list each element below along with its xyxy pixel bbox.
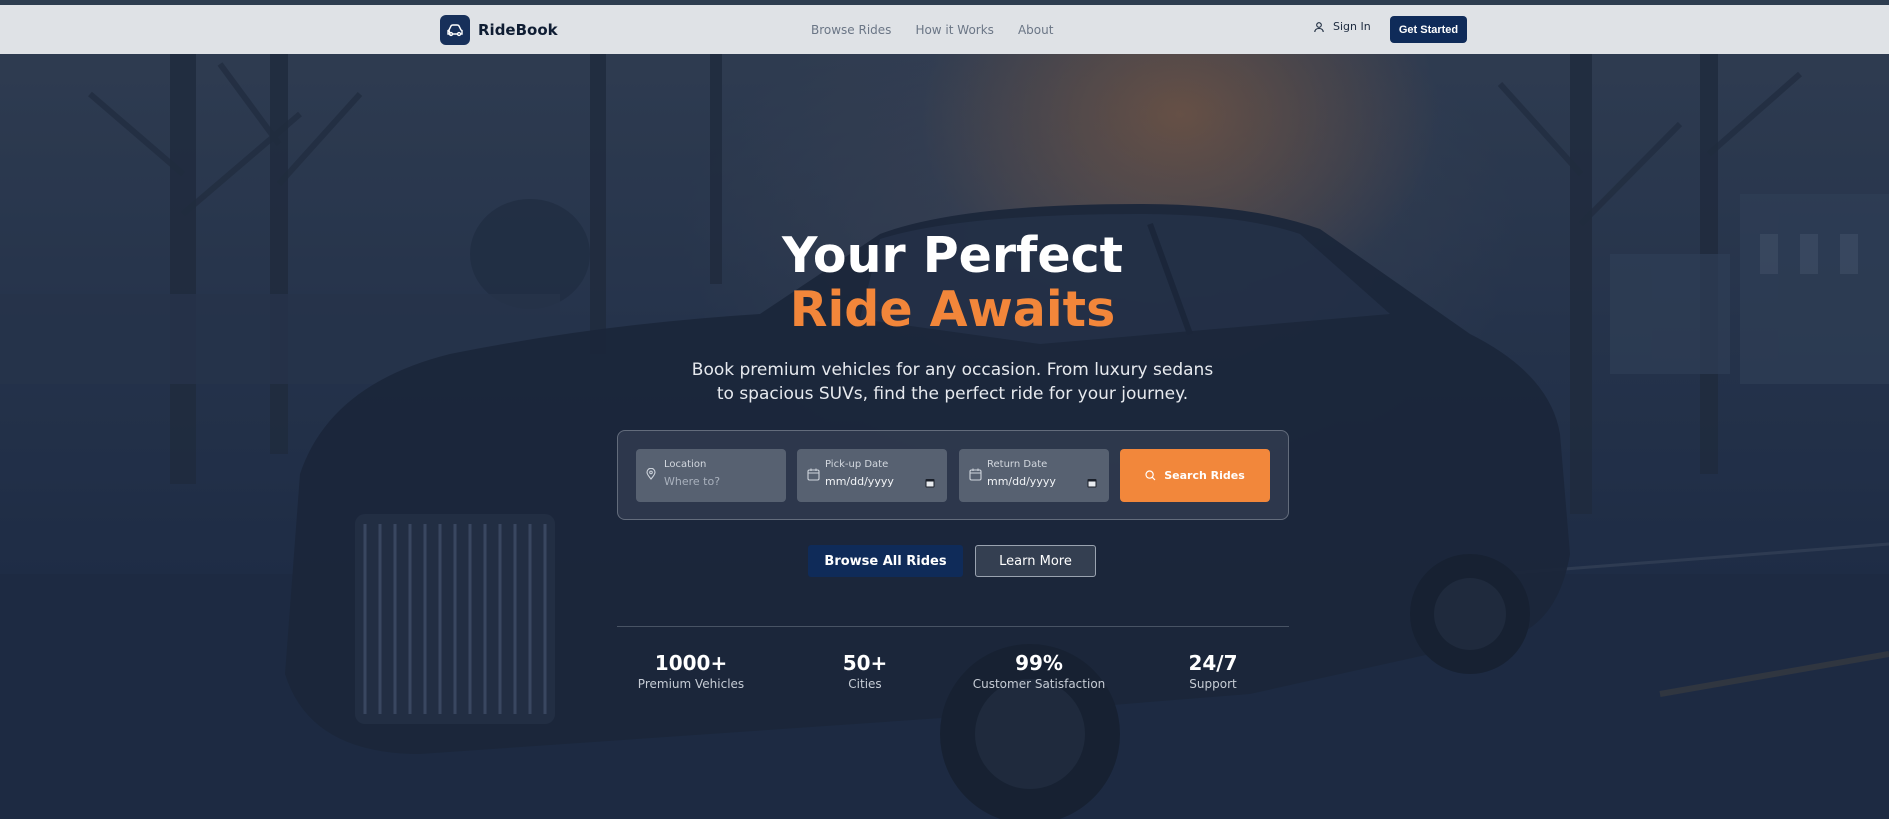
nav-about[interactable]: About [1018, 23, 1053, 37]
stat-vehicles: 1000+ Premium Vehicles [611, 650, 771, 691]
search-rides-label: Search Rides [1164, 469, 1245, 482]
car-icon [440, 15, 470, 45]
return-date-input[interactable]: mm/dd/yyyy [987, 475, 1056, 488]
brand-name: RideBook [478, 21, 558, 39]
search-rides-button[interactable]: Search Rides [1120, 449, 1270, 502]
stat-label: Cities [848, 677, 882, 691]
return-date-field[interactable]: Return Date mm/dd/yyyy [959, 449, 1109, 502]
stats-divider [617, 626, 1289, 627]
hero-title-line2: Ride Awaits [789, 281, 1116, 338]
stat-value: 99% [1015, 651, 1063, 675]
stat-label: Support [1189, 677, 1237, 691]
pickup-date-field[interactable]: Pick-up Date mm/dd/yyyy [797, 449, 947, 502]
date-picker-icon[interactable] [1087, 478, 1097, 488]
stat-value: 1000+ [654, 651, 728, 675]
sign-in-label: Sign In [1333, 20, 1371, 33]
learn-more-button[interactable]: Learn More [975, 545, 1096, 577]
main-nav: Browse Rides How it Works About [811, 5, 1053, 54]
stat-support: 24/7 Support [1133, 650, 1293, 691]
stat-satisfaction: 99% Customer Satisfaction [959, 650, 1119, 691]
pickup-date-input[interactable]: mm/dd/yyyy [825, 475, 894, 488]
search-icon [1145, 470, 1156, 481]
sign-in-button[interactable]: Sign In [1313, 20, 1371, 33]
pickup-date-label: Pick-up Date [825, 459, 889, 470]
location-input[interactable]: Where to? [664, 475, 720, 488]
stat-label: Customer Satisfaction [972, 677, 1106, 691]
nav-browse-rides[interactable]: Browse Rides [811, 23, 891, 37]
hero-section: Your Perfect Ride Awaits Book premium ve… [0, 54, 1889, 819]
get-started-button[interactable]: Get Started [1390, 16, 1467, 43]
stat-value: 50+ [842, 651, 888, 675]
calendar-icon [807, 468, 820, 481]
search-panel: Location Where to? Pick-up Date mm/dd/yy… [617, 430, 1289, 520]
stat-label: Premium Vehicles [637, 677, 745, 691]
calendar-icon [969, 468, 982, 481]
hero-title: Your Perfect Ride Awaits [0, 229, 1889, 337]
hero-subtitle: Book premium vehicles for any occasion. … [691, 360, 1214, 404]
stat-value: 24/7 [1188, 651, 1238, 675]
site-header: RideBook Browse Rides How it Works About… [0, 5, 1889, 54]
nav-how-it-works[interactable]: How it Works [915, 23, 994, 37]
brand-logo[interactable]: RideBook [440, 15, 558, 45]
map-pin-icon [646, 468, 656, 480]
hero-title-line1: Your Perfect [781, 227, 1124, 284]
date-picker-icon[interactable] [925, 478, 935, 488]
browse-all-rides-button[interactable]: Browse All Rides [808, 545, 963, 577]
return-date-label: Return Date [987, 459, 1048, 470]
user-icon [1314, 21, 1324, 32]
location-field[interactable]: Location Where to? [636, 449, 786, 502]
location-label: Location [664, 459, 707, 470]
stat-cities: 50+ Cities [785, 650, 945, 691]
